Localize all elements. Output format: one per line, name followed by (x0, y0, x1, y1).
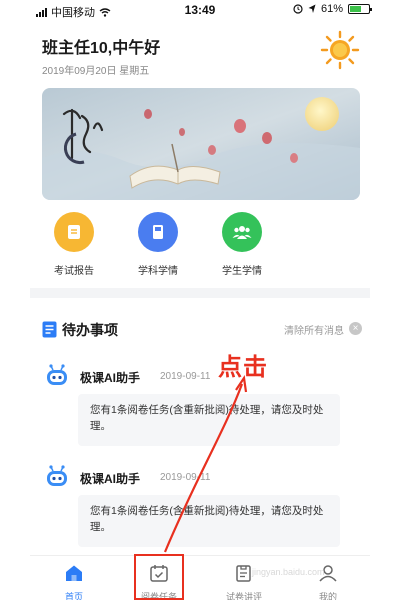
status-right: 61% (293, 3, 372, 15)
location-icon (308, 4, 316, 13)
status-bar: 中国移动 13:49 61% (0, 0, 400, 20)
book-icon (138, 212, 178, 252)
students-icon (222, 212, 262, 252)
message-time: 2019-09-11 (160, 472, 211, 483)
robot-avatar-icon (47, 465, 67, 486)
battery-icon (348, 4, 372, 14)
quick-subject-analysis[interactable]: 学科学情 (128, 212, 188, 277)
quick-student-analysis-label: 学生学情 (222, 266, 262, 277)
banner-illustration (42, 88, 360, 200)
todo-title: 待办事项 (62, 322, 118, 338)
quick-student-analysis[interactable]: 学生学情 (212, 212, 272, 277)
bottom-tab-bar: 首页 阅卷任务 试卷讲评 我的 (30, 555, 370, 600)
todo-header: 待办事项 清除所有消息 × (42, 320, 362, 340)
close-icon[interactable]: × (349, 322, 362, 335)
click-annotation: 点击 (218, 353, 268, 381)
message-sender: 极课AI助手 (80, 472, 141, 486)
tab-profile-label: 我的 (318, 592, 337, 600)
paper-review-icon (236, 565, 251, 582)
home-icon (66, 565, 82, 581)
watermark: jingyan.baidu.com (252, 567, 325, 577)
quick-subject-analysis-label: 学科学情 (138, 266, 178, 277)
sun-icon (320, 30, 360, 70)
quick-exam-report-label: 考试报告 (54, 266, 94, 277)
todo-list-icon (42, 321, 57, 338)
message-card[interactable]: 您有1条阅卷任务(含重新批阅)待处理，请您及时处理。 (78, 495, 340, 547)
tab-home[interactable]: 首页 (44, 564, 104, 600)
robot-avatar-icon (47, 364, 67, 385)
section-divider (30, 288, 370, 298)
tab-paper-review-label: 试卷讲评 (225, 592, 262, 600)
mid-autumn-banner[interactable] (42, 88, 360, 200)
battery-percent: 61% (320, 3, 343, 15)
battery-fill (350, 6, 361, 12)
quick-exam-report[interactable]: 考试报告 (44, 212, 104, 277)
message-card[interactable]: 您有1条阅卷任务(含重新批阅)待处理，请您及时处理。 (78, 394, 340, 446)
message-time: 2019-09-11 (160, 371, 211, 382)
alarm-icon (293, 4, 303, 14)
annotation-highlight-box (134, 554, 184, 600)
report-icon (54, 212, 94, 252)
greeting-title: 班主任10,中午好 (42, 40, 161, 57)
tab-home-label: 首页 (64, 592, 83, 600)
message-sender: 极课AI助手 (80, 371, 141, 385)
clear-all-button[interactable]: 清除所有消息 (284, 322, 344, 337)
date-label: 2019年09月20日 星期五 (42, 66, 150, 77)
